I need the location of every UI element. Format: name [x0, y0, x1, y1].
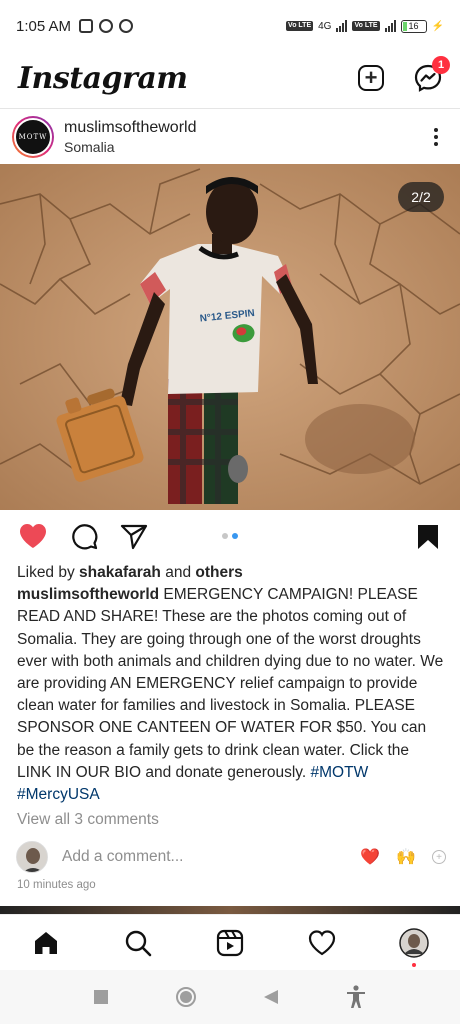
app-notification-icon — [99, 19, 114, 33]
post-caption-area: Liked by shakafarah and others muslimsof… — [17, 562, 447, 831]
header-divider — [0, 108, 460, 109]
messenger-badge: 1 — [432, 56, 450, 74]
carousel-dot-2 — [232, 533, 238, 539]
instagram-logo[interactable]: Instagram — [18, 61, 188, 96]
nav-reels[interactable] — [210, 923, 250, 963]
app-header: Instagram + 1 — [0, 52, 460, 104]
send-icon — [120, 524, 148, 549]
recent-apps-button[interactable] — [93, 989, 109, 1005]
my-avatar — [16, 841, 48, 873]
post-username[interactable]: muslimsoftheworld — [64, 119, 196, 137]
next-post-peek — [0, 906, 460, 914]
caption: muslimsoftheworld EMERGENCY CAMPAIGN! PL… — [17, 584, 447, 806]
carousel-dot-1 — [222, 533, 228, 539]
battery-icon: 16 — [400, 19, 427, 33]
like-button[interactable] — [18, 522, 48, 555]
liked-by: Liked by shakafarah and others — [17, 564, 243, 581]
volte-badge: Vo LTE — [286, 21, 314, 31]
comment-icon — [72, 523, 98, 549]
add-comment-row: Add a comment... ❤️ 🙌 + — [16, 840, 446, 874]
carousel-dots — [222, 533, 238, 539]
volte-badge-2: Vo LTE — [352, 21, 380, 31]
post-image[interactable]: N°12 ESPIN 2/2 — [0, 164, 460, 510]
bottom-nav — [0, 914, 460, 970]
view-comments-link[interactable]: View all 3 comments — [17, 809, 447, 831]
accessibility-icon[interactable] — [345, 985, 367, 1009]
image-counter: 2/2 — [398, 182, 444, 212]
caption-username[interactable]: muslimsoftheworld — [17, 586, 159, 603]
app-notification-icon-2 — [119, 19, 134, 33]
profile-notification-dot — [412, 962, 416, 967]
comment-button[interactable] — [70, 522, 98, 555]
nav-activity[interactable] — [302, 923, 342, 963]
share-button[interactable] — [120, 522, 148, 555]
caption-text: EMERGENCY CAMPAIGN! PLEASE READ AND SHAR… — [17, 586, 444, 781]
signal-icon — [336, 20, 348, 32]
new-post-button[interactable]: + — [358, 65, 384, 91]
post-header: MOTW muslimsoftheworld Somalia — [0, 112, 460, 162]
messenger-button[interactable]: 1 — [414, 56, 450, 92]
android-nav-bar — [0, 970, 460, 1024]
reels-icon — [216, 929, 244, 956]
add-comment-input[interactable]: Add a comment... — [62, 848, 183, 866]
status-time: 1:05 AM — [16, 17, 72, 35]
status-right: Vo LTE 4G Vo LTE 16 ⚡ — [286, 19, 444, 33]
liked-others[interactable]: others — [195, 564, 242, 581]
more-options-icon[interactable] — [434, 128, 438, 146]
drought-photo: N°12 ESPIN — [0, 164, 460, 510]
status-bar: 1:05 AM Vo LTE 4G Vo LTE 16 ⚡ — [0, 0, 460, 52]
heart-filled-icon — [20, 523, 46, 548]
post-time: 10 minutes ago — [17, 879, 96, 891]
nav-search[interactable] — [118, 923, 158, 963]
back-button[interactable] — [263, 989, 279, 1005]
save-button[interactable] — [416, 524, 440, 555]
hashtag-mercyusa[interactable]: #MercyUSA — [17, 786, 100, 803]
search-icon — [125, 930, 152, 956]
hashtag-motw[interactable]: #MOTW — [311, 764, 369, 781]
avatar-logo-text: MOTW — [14, 118, 52, 156]
battery-level: 16 — [408, 21, 419, 31]
nav-profile[interactable] — [394, 923, 434, 967]
quick-reaction-hands[interactable]: 🙌 — [396, 847, 416, 867]
network-type: 4G — [318, 20, 332, 32]
add-reaction-icon[interactable]: + — [432, 850, 446, 864]
bookmark-filled-icon — [418, 525, 438, 549]
nav-home[interactable] — [26, 923, 66, 963]
charging-icon: ⚡ — [431, 20, 444, 32]
signal-icon-2 — [384, 20, 396, 32]
home-nav-button[interactable] — [175, 986, 197, 1008]
profile-avatar — [399, 927, 429, 958]
liked-user[interactable]: shakafarah — [79, 564, 161, 581]
home-icon — [35, 931, 57, 954]
post-avatar[interactable]: MOTW — [12, 116, 54, 158]
quick-reaction-heart[interactable]: ❤️ — [360, 847, 380, 867]
post-location[interactable]: Somalia — [64, 139, 196, 155]
heart-icon — [308, 929, 336, 955]
quick-reactions: ❤️ 🙌 + — [360, 847, 446, 867]
instagram-notification-icon — [79, 19, 94, 33]
